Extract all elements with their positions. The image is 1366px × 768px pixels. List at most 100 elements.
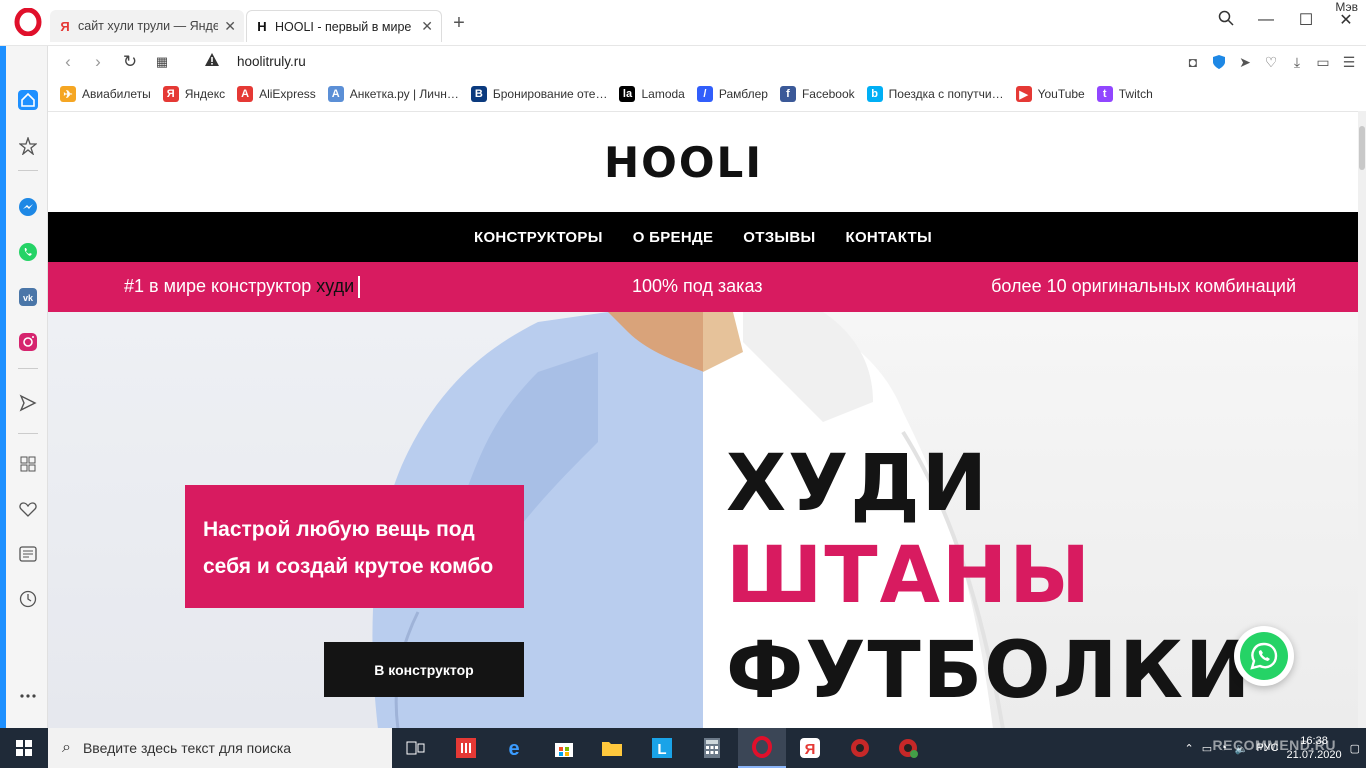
vk-icon[interactable]: vk xyxy=(16,285,40,309)
extensions-grid-icon[interactable] xyxy=(16,452,40,476)
favorites-heart-icon[interactable] xyxy=(16,497,40,521)
store-icon[interactable] xyxy=(540,728,588,768)
close-tab-icon[interactable]: ✕ xyxy=(224,18,236,35)
url-field[interactable]: hoolitruly.ru xyxy=(237,54,306,69)
nav-about-brand[interactable]: О БРЕНДЕ xyxy=(633,229,714,246)
taskbar-search-input[interactable]: ⌕ Введите здесь текст для поиска xyxy=(48,728,392,768)
whatsapp-chat-button[interactable] xyxy=(1234,626,1294,686)
svg-text:vk: vk xyxy=(23,293,34,303)
opera-logo-icon[interactable] xyxy=(14,7,42,37)
bookmark-item[interactable]: A Анкетка.ру | Личн… xyxy=(327,86,459,102)
whatsapp-icon[interactable] xyxy=(16,240,40,264)
news-icon[interactable] xyxy=(16,542,40,566)
address-bar-actions: ◘ ➤ ♡ ⤓ ▭ ☰ xyxy=(1182,50,1360,74)
battery-icon[interactable]: ▭ xyxy=(1202,742,1212,755)
minimize-button[interactable]: — xyxy=(1246,11,1286,29)
calculator-icon[interactable] xyxy=(688,728,736,768)
yandex-icon: Я xyxy=(162,86,179,102)
notifications-icon[interactable]: ▢ xyxy=(1350,742,1360,755)
bookmark-item[interactable]: b Поездка с попутчи… xyxy=(866,86,1004,102)
site-logo[interactable]: HOOLI xyxy=(604,138,763,187)
promo-item-1-highlight: худи xyxy=(316,276,355,296)
bookmark-label: Facebook xyxy=(801,87,855,101)
history-clock-icon[interactable] xyxy=(16,587,40,611)
bookmarks-bar: ✈ Авиабилеты Я Яндекс A AliExpress A Анкетка.ру… xyxy=(48,80,1366,108)
svg-text:e: e xyxy=(508,738,519,759)
bookmark-item[interactable]: Я Яндекс xyxy=(162,86,226,102)
twitch-icon: t xyxy=(1096,86,1113,102)
bookmark-label: Поездка с попутчи… xyxy=(888,87,1004,101)
bookmark-star-icon[interactable] xyxy=(16,134,40,158)
web-page: HOOLI КОНСТРУКТОРЫ О БРЕНДЕ ОТЗЫВЫ КОНТА… xyxy=(48,111,1358,728)
bookmark-label: AliExpress xyxy=(259,87,316,101)
messenger-icon[interactable] xyxy=(16,195,40,219)
bookmark-item[interactable]: ✈ Авиабилеты xyxy=(60,86,151,102)
promo-item-1: #1 в мире конструктор худи xyxy=(124,276,361,299)
tab-hooli[interactable]: H HOOLI - первый в мире к ✕ xyxy=(246,10,442,42)
tray-chevron-up-icon[interactable]: ⌃ xyxy=(1185,742,1194,755)
file-explorer-icon[interactable] xyxy=(588,728,636,768)
flow-send-icon[interactable] xyxy=(16,391,40,415)
bookmark-item[interactable]: t Twitch xyxy=(1096,86,1153,102)
nav-contacts[interactable]: КОНТАКТЫ xyxy=(846,229,932,246)
app-icon-l[interactable]: L xyxy=(638,728,686,768)
sidebar-divider xyxy=(18,170,38,171)
insecure-warning-icon[interactable] xyxy=(204,52,220,68)
more-options-icon[interactable] xyxy=(16,684,40,708)
bookmark-item[interactable]: A AliExpress xyxy=(237,86,316,102)
page-scrollbar[interactable] xyxy=(1358,111,1366,728)
task-view-icon[interactable] xyxy=(392,728,440,768)
camera-icon[interactable]: ◘ xyxy=(1182,50,1204,74)
watermark: RECOMMEND.RU xyxy=(1212,737,1336,753)
svg-text:Я: Я xyxy=(805,741,816,758)
tab-yandex-search[interactable]: Я сайт хули трули — Яндекс ✕ xyxy=(50,10,244,42)
to-constructor-button[interactable]: В конструктор xyxy=(324,642,524,697)
hooli-icon: H xyxy=(257,19,267,34)
new-tab-button[interactable]: + xyxy=(448,12,470,35)
heart-icon[interactable]: ♡ xyxy=(1260,50,1282,74)
promo-bar: #1 в мире конструктор худи 100% под зака… xyxy=(48,262,1358,312)
vpn-shield-icon[interactable] xyxy=(1208,50,1230,74)
yandex-browser-icon[interactable]: Я xyxy=(786,728,834,768)
scrollbar-thumb[interactable] xyxy=(1359,126,1365,170)
sidebar-divider xyxy=(18,433,38,434)
instagram-icon[interactable] xyxy=(16,330,40,354)
app-icon-gear-red[interactable] xyxy=(836,728,884,768)
tab-bar: Я сайт хули трули — Яндекс ✕ H HOOLI - п… xyxy=(0,0,1366,46)
search-tabs-icon[interactable] xyxy=(1206,10,1246,31)
home-icon[interactable] xyxy=(16,88,40,112)
close-tab-icon[interactable]: ✕ xyxy=(421,18,433,35)
opera-taskbar-icon[interactable] xyxy=(738,728,786,768)
maximize-button[interactable]: ☐ xyxy=(1286,10,1326,30)
send-icon[interactable]: ➤ xyxy=(1234,50,1256,74)
forward-button[interactable]: › xyxy=(86,50,110,74)
back-button[interactable]: ‹ xyxy=(56,50,80,74)
bookmark-label: Twitch xyxy=(1118,87,1153,101)
sidebar-divider xyxy=(18,368,38,369)
speed-dial-icon[interactable]: ▦ xyxy=(150,50,174,74)
typing-caret xyxy=(358,276,361,299)
profile-label[interactable]: Мэв xyxy=(1335,0,1358,14)
bookmark-label: Яндекс xyxy=(184,87,226,101)
bookmark-item[interactable]: f Facebook xyxy=(779,86,855,102)
bookmark-item[interactable]: B Бронирование оте… xyxy=(470,86,607,102)
plane-icon: ✈ xyxy=(60,86,76,102)
promo-item-1-prefix: #1 в мире конструктор xyxy=(124,276,312,296)
reload-button[interactable]: ↻ xyxy=(118,50,142,74)
aliexpress-icon: A xyxy=(237,86,254,102)
bookmark-label: Рамблер xyxy=(718,87,768,101)
opera-sidebar: vk xyxy=(0,46,48,728)
windows-start-icon[interactable] xyxy=(0,728,48,768)
edge-icon[interactable]: e xyxy=(490,728,538,768)
app-icon-gear-green[interactable] xyxy=(884,728,932,768)
easy-setup-icon[interactable]: ☰ xyxy=(1338,50,1360,74)
bookmark-label: Анкетка.ру | Личн… xyxy=(349,87,459,101)
battery-saver-icon[interactable]: ▭ xyxy=(1312,50,1334,74)
bookmark-item[interactable]: / Рамблер xyxy=(696,86,768,102)
bookmark-item[interactable]: ▶ YouTube xyxy=(1015,86,1085,102)
bookmark-item[interactable]: la Lamoda xyxy=(619,86,685,102)
app-icon-red[interactable] xyxy=(442,728,490,768)
download-icon[interactable]: ⤓ xyxy=(1286,50,1308,74)
nav-constructors[interactable]: КОНСТРУКТОРЫ xyxy=(474,229,603,246)
nav-reviews[interactable]: ОТЗЫВЫ xyxy=(743,229,815,246)
